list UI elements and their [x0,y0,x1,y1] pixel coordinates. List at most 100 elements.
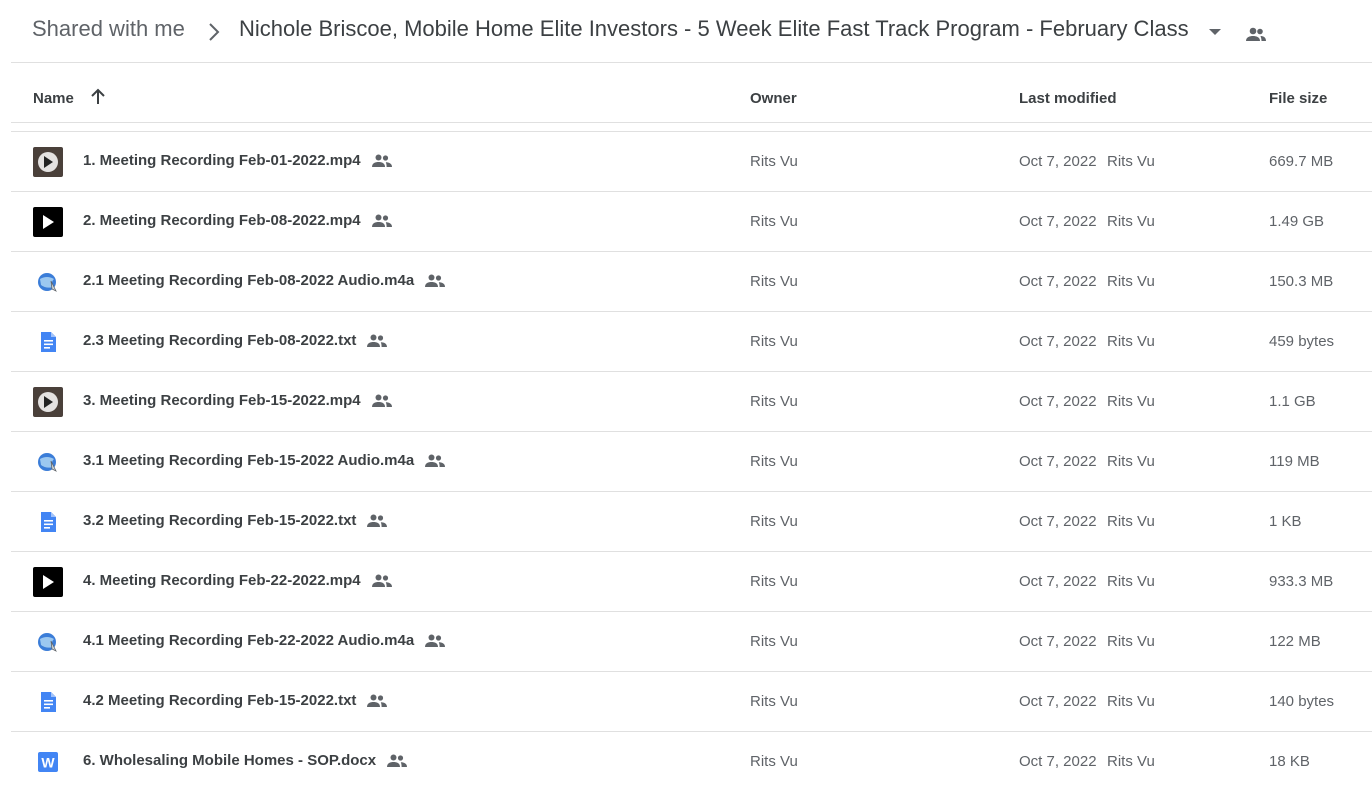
owner-cell: Rits Vu [750,693,798,710]
owner-cell: Rits Vu [750,213,798,230]
modified-by-cell: Rits Vu [1107,393,1155,410]
owner-cell: Rits Vu [750,633,798,650]
modified-date-cell: Oct 7, 2022 [1019,693,1097,710]
text-document-icon [33,687,63,717]
people-icon [371,153,393,169]
table-row[interactable]: 4.1 Meeting Recording Feb-22-2022 Audio.… [11,611,1372,671]
table-header: Name Owner Last modified File size [0,63,1372,122]
file-name[interactable]: 3. Meeting Recording Feb-15-2022.mp4 [83,392,361,409]
modified-date-cell: Oct 7, 2022 [1019,453,1097,470]
video-photo-thumb-icon [33,387,63,417]
people-icon [371,573,393,589]
file-name[interactable]: 2.3 Meeting Recording Feb-08-2022.txt [83,332,356,349]
people-icon [366,333,388,349]
column-header-file-size[interactable]: File size [1269,90,1327,107]
caret-down-icon[interactable] [1206,22,1224,42]
table-row[interactable]: 4.2 Meeting Recording Feb-15-2022.txt Rit… [11,671,1372,731]
owner-cell: Rits Vu [750,753,798,770]
svg-text:W: W [41,755,55,771]
file-name-cell: 2. Meeting Recording Feb-08-2022.mp4 [83,212,393,229]
file-size-cell: 1.49 GB [1269,213,1325,230]
table-row[interactable]: 2.1 Meeting Recording Feb-08-2022 Audio.… [11,251,1372,311]
modified-date-cell: Oct 7, 2022 [1019,213,1097,230]
modified-by-cell: Rits Vu [1107,573,1155,590]
table-row[interactable]: 2. Meeting Recording Feb-08-2022.mp4 Rits… [11,191,1372,251]
modified-by-cell: Rits Vu [1107,453,1155,470]
file-name[interactable]: 2.1 Meeting Recording Feb-08-2022 Audio.… [83,272,414,289]
owner-cell: Rits Vu [750,153,798,170]
audio-file-icon [33,447,63,477]
modified-by-cell: Rits Vu [1107,333,1155,350]
modified-date-cell: Oct 7, 2022 [1019,753,1097,770]
file-name[interactable]: 6. Wholesaling Mobile Homes - SOP.docx [83,752,376,769]
column-header-last-modified[interactable]: Last modified [1019,90,1117,107]
people-icon [424,633,446,649]
word-document-icon: W [33,747,63,777]
file-size-cell: 122 MB [1269,633,1321,650]
file-name[interactable]: 4.1 Meeting Recording Feb-22-2022 Audio.… [83,632,414,649]
file-size-cell: 459 bytes [1269,333,1335,350]
file-name[interactable]: 4.2 Meeting Recording Feb-15-2022.txt [83,692,356,709]
text-document-icon [33,507,63,537]
file-name[interactable]: 1. Meeting Recording Feb-01-2022.mp4 [83,152,361,169]
people-icon [424,453,446,469]
modified-by-cell: Rits Vu [1107,633,1155,650]
audio-file-icon [33,627,63,657]
file-size-cell: 18 KB [1269,753,1310,770]
modified-by-cell: Rits Vu [1107,513,1155,530]
file-name[interactable]: 2. Meeting Recording Feb-08-2022.mp4 [83,212,361,229]
owner-cell: Rits Vu [750,393,798,410]
people-icon [366,513,388,529]
column-header-owner[interactable]: Owner [750,90,797,107]
table-row[interactable]: 1. Meeting Recording Feb-01-2022.mp4 Rits… [11,131,1372,191]
table-row[interactable]: W 6. Wholesaling Mobile Homes - SOP.docx R… [11,731,1372,791]
header-divider [11,122,1372,123]
file-name-cell: 2.1 Meeting Recording Feb-08-2022 Audio.… [83,272,446,289]
people-icon [371,393,393,409]
modified-date-cell: Oct 7, 2022 [1019,633,1097,650]
file-name-cell: 4.1 Meeting Recording Feb-22-2022 Audio.… [83,632,446,649]
table-row[interactable]: 3.2 Meeting Recording Feb-15-2022.txt Rit… [11,491,1372,551]
people-icon [366,693,388,709]
file-name-cell: 4.2 Meeting Recording Feb-15-2022.txt [83,692,388,709]
people-icon [1244,22,1268,46]
file-size-cell: 140 bytes [1269,693,1335,710]
file-size-cell: 1 KB [1269,513,1302,530]
breadcrumb-current-folder[interactable]: Nichole Briscoe, Mobile Home Elite Inves… [239,16,1189,42]
file-name-cell: 3.1 Meeting Recording Feb-15-2022 Audio.… [83,452,446,469]
column-header-name[interactable]: Name [33,90,74,107]
owner-cell: Rits Vu [750,273,798,290]
file-size-cell: 119 MB [1269,453,1320,470]
file-size-cell: 150.3 MB [1269,273,1334,290]
arrow-up-icon[interactable] [88,87,108,107]
video-black-thumb-icon [33,567,63,597]
modified-date-cell: Oct 7, 2022 [1019,153,1097,170]
modified-date-cell: Oct 7, 2022 [1019,333,1097,350]
file-size-cell: 669.7 MB [1269,153,1334,170]
file-name[interactable]: 3.1 Meeting Recording Feb-15-2022 Audio.… [83,452,414,469]
modified-by-cell: Rits Vu [1107,753,1155,770]
table-row[interactable]: 4. Meeting Recording Feb-22-2022.mp4 Rits… [11,551,1372,611]
chevron-right-icon [204,20,224,44]
owner-cell: Rits Vu [750,573,798,590]
table-row[interactable]: 3. Meeting Recording Feb-15-2022.mp4 Rits… [11,371,1372,431]
file-name-cell: 1. Meeting Recording Feb-01-2022.mp4 [83,152,393,169]
breadcrumb: Shared with me Nichole Briscoe, Mobile H… [0,0,1372,62]
file-name-cell: 2.3 Meeting Recording Feb-08-2022.txt [83,332,388,349]
table-row[interactable]: 2.3 Meeting Recording Feb-08-2022.txt Rit… [11,311,1372,371]
modified-by-cell: Rits Vu [1107,153,1155,170]
people-icon [371,213,393,229]
file-name-cell: 6. Wholesaling Mobile Homes - SOP.docx [83,752,408,769]
breadcrumb-root[interactable]: Shared with me [32,16,185,42]
modified-date-cell: Oct 7, 2022 [1019,573,1097,590]
audio-file-icon [33,267,63,297]
people-icon [424,273,446,289]
table-row[interactable]: 3.1 Meeting Recording Feb-15-2022 Audio.… [11,431,1372,491]
file-name[interactable]: 4. Meeting Recording Feb-22-2022.mp4 [83,572,361,589]
modified-by-cell: Rits Vu [1107,273,1155,290]
file-name[interactable]: 3.2 Meeting Recording Feb-15-2022.txt [83,512,356,529]
file-size-cell: 933.3 MB [1269,573,1334,590]
video-photo-thumb-icon [33,147,63,177]
modified-date-cell: Oct 7, 2022 [1019,393,1097,410]
modified-date-cell: Oct 7, 2022 [1019,513,1097,530]
